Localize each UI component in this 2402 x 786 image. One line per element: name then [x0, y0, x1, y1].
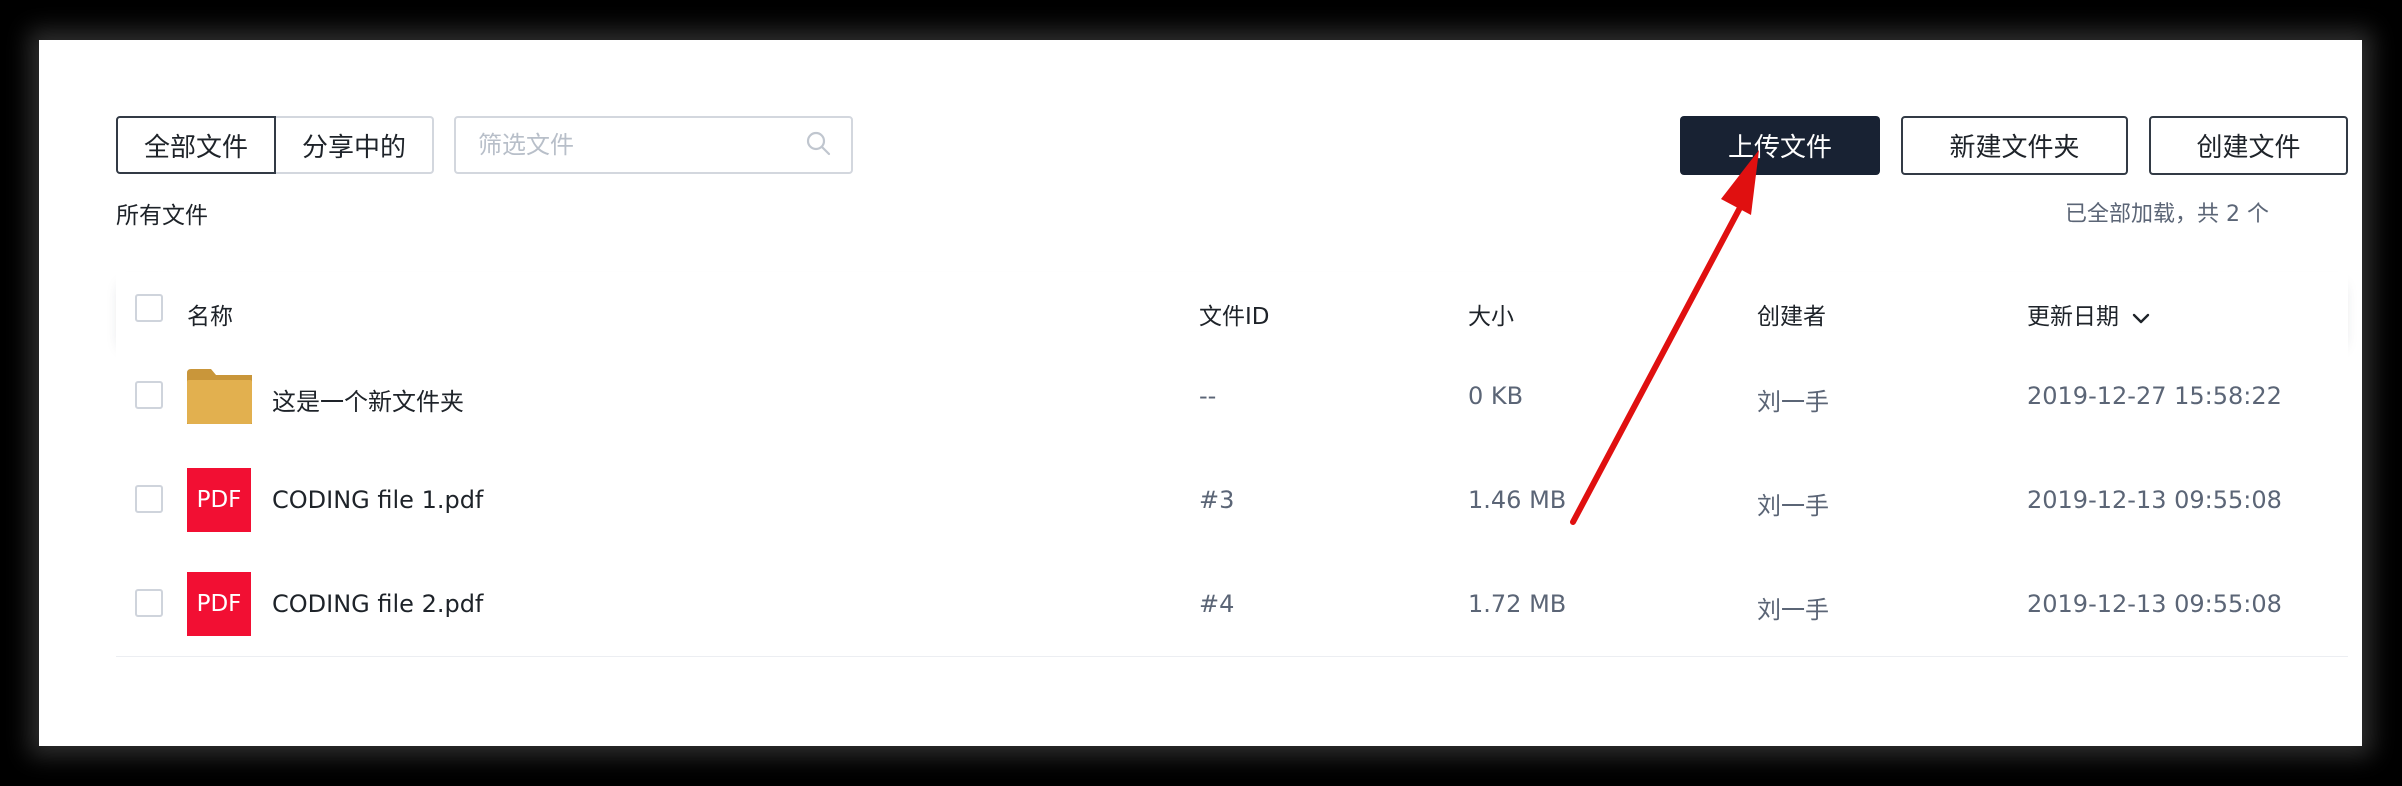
- search-input[interactable]: [476, 130, 805, 160]
- file-updated: 2019-12-27 15:58:22: [2027, 382, 2282, 410]
- search-icon[interactable]: [805, 130, 831, 160]
- file-id: #4: [1199, 590, 1235, 618]
- file-updated: 2019-12-13 09:55:08: [2027, 486, 2282, 514]
- row-checkbox[interactable]: [135, 381, 163, 409]
- file-name[interactable]: CODING file 2.pdf: [272, 590, 483, 618]
- pdf-file-icon: PDF: [187, 572, 251, 636]
- header-name: 名称: [187, 304, 233, 330]
- file-size: 1.46 MB: [1468, 486, 1567, 514]
- file-id: #3: [1199, 486, 1235, 514]
- pdf-file-icon: PDF: [187, 468, 251, 532]
- header-file-id: 文件ID: [1199, 304, 1270, 330]
- file-updated: 2019-12-13 09:55:08: [2027, 590, 2282, 618]
- file-id: --: [1199, 382, 1217, 410]
- row-checkbox[interactable]: [135, 589, 163, 617]
- header-updated-date[interactable]: 更新日期: [2027, 297, 2150, 331]
- tab-sharing[interactable]: 分享中的: [276, 116, 434, 174]
- file-creator: 刘一手: [1757, 492, 1829, 520]
- file-manager-panel: 全部文件 分享中的 上传文件 新建文件夹 创建文件 所有文件 已全部加载，共 2…: [39, 40, 2362, 746]
- file-name[interactable]: CODING file 1.pdf: [272, 486, 483, 514]
- breadcrumb[interactable]: 所有文件: [116, 196, 208, 230]
- new-folder-button[interactable]: 新建文件夹: [1901, 116, 2128, 175]
- tab-all-files[interactable]: 全部文件: [116, 116, 276, 174]
- file-creator: 刘一手: [1757, 596, 1829, 624]
- upload-file-button[interactable]: 上传文件: [1680, 116, 1880, 175]
- row-checkbox[interactable]: [135, 485, 163, 513]
- load-status: 已全部加载，共 2 个: [2065, 202, 2269, 227]
- table-row[interactable]: 这是一个新文件夹 -- 0 KB 刘一手 2019-12-27 15:58:22: [116, 344, 2348, 449]
- select-all-checkbox[interactable]: [135, 294, 163, 322]
- header-creator: 创建者: [1757, 304, 1826, 330]
- folder-icon: [187, 369, 252, 424]
- file-size: 1.72 MB: [1468, 590, 1567, 618]
- file-creator: 刘一手: [1757, 388, 1829, 416]
- file-size: 0 KB: [1468, 382, 1524, 410]
- table-row[interactable]: PDF CODING file 2.pdf #4 1.72 MB 刘一手 201…: [116, 552, 2348, 657]
- search-box: [454, 116, 853, 174]
- chevron-down-icon[interactable]: [2132, 305, 2150, 331]
- file-filter-tabs: 全部文件 分享中的: [116, 116, 434, 174]
- table-header: 名称 文件ID 大小 创建者 更新日期: [116, 272, 2348, 344]
- file-name[interactable]: 这是一个新文件夹: [272, 382, 464, 417]
- header-size: 大小: [1468, 304, 1514, 330]
- create-file-button[interactable]: 创建文件: [2149, 116, 2348, 175]
- header-updated-label: 更新日期: [2027, 304, 2119, 330]
- table-row[interactable]: PDF CODING file 1.pdf #3 1.46 MB 刘一手 201…: [116, 448, 2348, 553]
